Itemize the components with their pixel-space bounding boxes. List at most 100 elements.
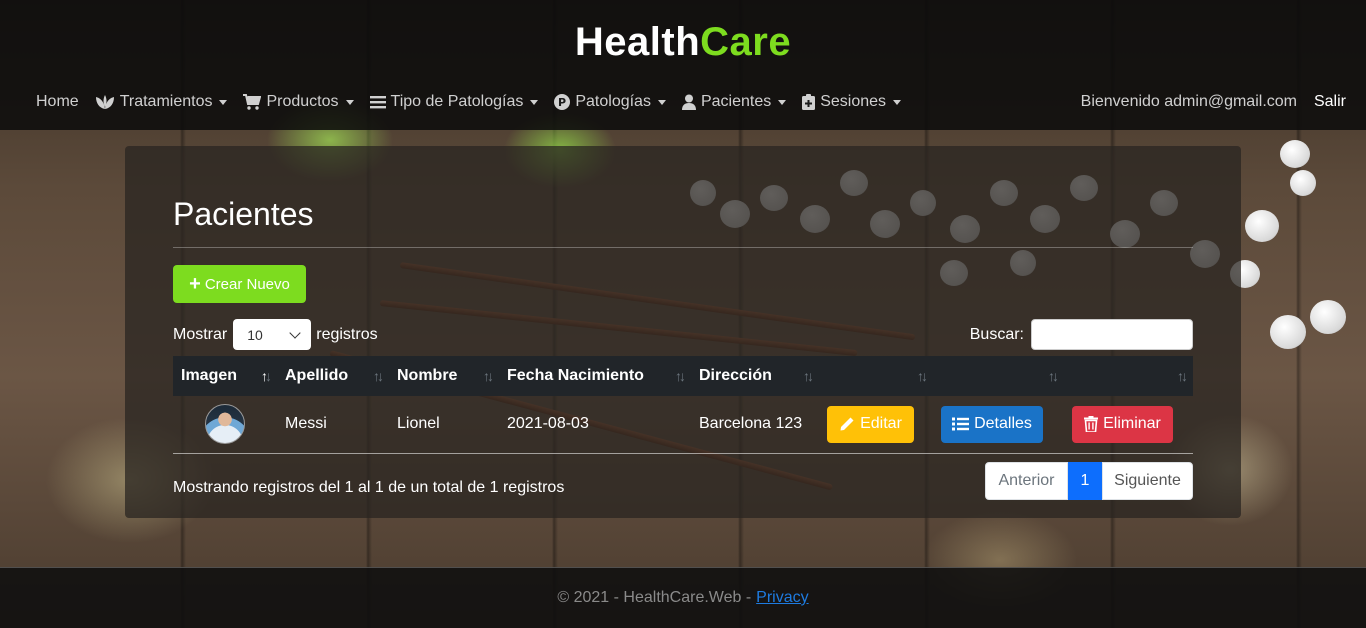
cell-apellido: Messi	[285, 415, 327, 433]
search-input[interactable]	[1031, 319, 1193, 350]
nav-productos[interactable]: Productos	[243, 93, 354, 111]
top-header: HealthCare Home Tratamientos Productos T…	[0, 0, 1366, 130]
chevron-down-icon	[530, 99, 539, 105]
col-nombre-label: Nombre	[397, 367, 458, 384]
sort-icon: ↑↓	[1048, 368, 1059, 384]
sort-icon: ↑↓	[803, 368, 814, 384]
page-title: Pacientes	[173, 196, 314, 232]
cell-fecha: 2021-08-03	[507, 415, 589, 433]
title-divider	[173, 247, 1193, 248]
col-imagen[interactable]: Imagen ↑↓	[173, 356, 277, 396]
nav-home-label: Home	[36, 93, 79, 110]
nav-right: Bienvenido admin@gmail.com Salir	[1081, 93, 1346, 111]
nav-tratamientos[interactable]: Tratamientos	[95, 93, 228, 111]
edit-label: Editar	[860, 415, 902, 433]
main-nav: Home Tratamientos Productos Tipo de Pato…	[36, 88, 1346, 116]
sort-icon: ↑↓	[483, 368, 494, 384]
page-length-value: 10	[247, 326, 263, 343]
sort-icon: ↑↓	[675, 368, 686, 384]
sort-icon: ↑↓	[373, 368, 384, 384]
pagination-page-1[interactable]: 1	[1068, 462, 1102, 500]
cell-edit: Editar	[819, 396, 933, 453]
col-direccion[interactable]: Dirección ↑↓	[691, 356, 819, 396]
user-icon	[681, 94, 696, 110]
cell-nombre: Lionel	[397, 415, 440, 433]
col-action-details[interactable]: ↑↓	[933, 356, 1064, 396]
clipboard-plus-icon	[802, 94, 816, 110]
delete-button[interactable]: Eliminar	[1072, 405, 1173, 443]
col-action-edit[interactable]: ↑↓	[819, 356, 933, 396]
create-new-label: Crear Nuevo	[204, 275, 290, 293]
edit-button[interactable]: Editar	[827, 405, 914, 443]
col-fecha-label: Fecha Nacimiento	[507, 367, 644, 384]
patients-table: Imagen ↑↓ Apellido ↑↓ Nombre ↑↓ Fecha Nacim…	[173, 356, 1193, 454]
nav-tipo-patologias[interactable]: Tipo de Patologías	[369, 93, 539, 111]
details-label: Detalles	[974, 415, 1032, 433]
pencil-icon	[839, 416, 855, 432]
leaf-icon	[95, 94, 115, 110]
list-icon	[369, 95, 386, 109]
cell-delete: Eliminar	[1064, 396, 1193, 453]
nav-tratamientos-label: Tratamientos	[119, 93, 213, 110]
brand-care: Care	[700, 20, 792, 64]
nav-patologias[interactable]: P Patologías	[554, 93, 666, 111]
col-nombre[interactable]: Nombre ↑↓	[389, 356, 499, 396]
cart-icon	[243, 94, 262, 110]
chevron-down-icon	[345, 99, 354, 105]
sort-asc-icon: ↑↓	[261, 368, 272, 384]
pagination-previous[interactable]: Anterior	[985, 462, 1068, 500]
col-imagen-label: Imagen	[181, 367, 238, 384]
nav-tipo-patologias-label: Tipo de Patologías	[390, 93, 524, 110]
page-length-select[interactable]: 10	[233, 319, 312, 350]
sort-icon: ↑↓	[1177, 368, 1188, 384]
trash-icon	[1084, 416, 1099, 433]
col-fecha-nacimiento[interactable]: Fecha Nacimiento ↑↓	[499, 356, 691, 396]
table-info: Mostrando registros del 1 al 1 de un tot…	[173, 479, 565, 496]
nav-pacientes[interactable]: Pacientes	[681, 93, 787, 111]
cell-imagen	[173, 396, 277, 453]
chevron-down-icon	[893, 99, 902, 105]
nav-pacientes-label: Pacientes	[700, 93, 772, 110]
chevron-down-icon	[219, 99, 228, 105]
search-label: Buscar:	[969, 325, 1024, 343]
svg-text:P: P	[558, 96, 566, 109]
show-suffix: registros	[316, 325, 378, 343]
chevron-down-icon	[289, 326, 301, 339]
page-footer: © 2021 - HealthCare.Web - Privacy	[0, 567, 1366, 628]
cell-details: Detalles	[933, 396, 1064, 453]
patients-card: Pacientes + Crear Nuevo Mostrar 10 regis…	[125, 146, 1241, 518]
patient-avatar	[205, 404, 245, 445]
nav-home[interactable]: Home	[36, 93, 79, 111]
chevron-down-icon	[778, 99, 787, 105]
delete-label: Eliminar	[1103, 415, 1161, 433]
col-action-delete[interactable]: ↑↓	[1064, 356, 1193, 396]
cell-direccion: Barcelona 123	[699, 415, 803, 433]
nav-patologias-label: Patologías	[575, 93, 651, 110]
table-row: Messi Lionel 2021-08-03 Barcelona 123 Ed…	[173, 396, 1193, 453]
col-direccion-label: Dirección	[699, 367, 772, 384]
list-icon	[952, 417, 970, 431]
chevron-down-icon	[657, 99, 666, 105]
welcome-text: Bienvenido admin@gmail.com	[1080, 93, 1297, 110]
page-length-control: Mostrar 10 registros	[173, 319, 378, 350]
privacy-link[interactable]: Privacy	[756, 589, 808, 607]
nav-productos-label: Productos	[266, 93, 339, 110]
plus-icon: +	[189, 273, 201, 295]
pagination: Anterior 1 Siguiente	[985, 462, 1193, 500]
pagination-next[interactable]: Siguiente	[1102, 462, 1193, 500]
brand-logo[interactable]: HealthCare	[0, 20, 1366, 65]
create-new-button[interactable]: + Crear Nuevo	[173, 265, 306, 303]
nav-sesiones[interactable]: Sesiones	[802, 93, 902, 111]
logout-link[interactable]: Salir	[1314, 93, 1346, 111]
table-header-row: Imagen ↑↓ Apellido ↑↓ Nombre ↑↓ Fecha Nacim…	[173, 356, 1193, 396]
nav-sesiones-label: Sesiones	[820, 93, 887, 110]
brand-health: Health	[574, 20, 701, 64]
search-control: Buscar:	[970, 319, 1193, 350]
show-prefix: Mostrar	[173, 325, 228, 343]
footer-text: © 2021 - HealthCare.Web -	[557, 589, 752, 606]
p-circle-icon: P	[554, 94, 571, 110]
col-apellido-label: Apellido	[285, 367, 349, 384]
details-button[interactable]: Detalles	[941, 405, 1043, 443]
sort-icon: ↑↓	[917, 368, 928, 384]
col-apellido[interactable]: Apellido ↑↓	[277, 356, 389, 396]
